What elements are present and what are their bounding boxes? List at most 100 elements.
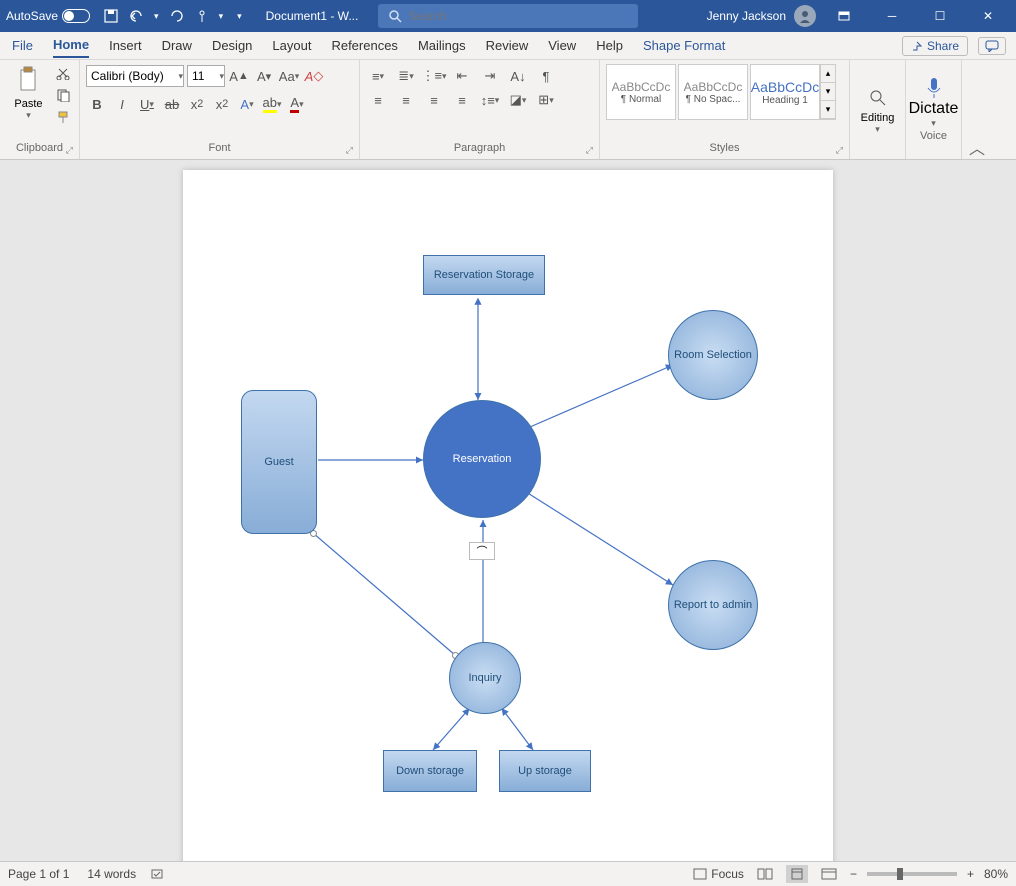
focus-button[interactable]: Focus xyxy=(693,867,744,881)
zoom-out-button[interactable]: − xyxy=(850,867,857,881)
italic-button[interactable]: I xyxy=(111,93,133,115)
shading-icon[interactable]: ◪▾ xyxy=(506,89,530,111)
spell-check-icon[interactable] xyxy=(150,867,166,881)
shape-label: Report to admin xyxy=(674,599,752,611)
copy-icon[interactable] xyxy=(53,86,73,104)
shape-up-storage[interactable]: Up storage xyxy=(499,750,591,792)
group-font: Calibri (Body)▾ 11▾ A▲ A▾ Aa▾ A◇ B I U▾ … xyxy=(80,60,360,159)
align-center-icon[interactable]: ≡ xyxy=(394,89,418,111)
style-nospacing[interactable]: AaBbCcDc¶ No Spac... xyxy=(678,64,748,120)
comments-button[interactable] xyxy=(978,37,1006,55)
superscript-button[interactable]: x2 xyxy=(211,93,233,115)
share-button[interactable]: Share xyxy=(902,36,968,56)
bullets-icon[interactable]: ≡▾ xyxy=(366,65,390,87)
tab-help[interactable]: Help xyxy=(596,34,623,57)
font-size-combo[interactable]: 11▾ xyxy=(187,65,225,87)
search-box[interactable] xyxy=(378,4,638,28)
shape-reservation-storage[interactable]: Reservation Storage xyxy=(423,255,545,295)
decrease-indent-icon[interactable]: ⇤ xyxy=(450,65,474,87)
tab-design[interactable]: Design xyxy=(212,34,252,57)
group-editing[interactable]: Editing ▾ xyxy=(850,60,906,159)
line-spacing-icon[interactable]: ↕≡▾ xyxy=(478,89,502,111)
strike-button[interactable]: ab xyxy=(161,93,183,115)
redo-icon[interactable] xyxy=(167,7,185,25)
format-painter-icon[interactable] xyxy=(53,108,73,126)
touch-dropdown-icon[interactable]: ▾ xyxy=(219,11,224,22)
save-icon[interactable] xyxy=(102,7,120,25)
clipboard-launcher-icon[interactable]: ⤢ xyxy=(66,143,73,157)
touch-mode-icon[interactable] xyxy=(193,7,211,25)
shape-room-selection[interactable]: Room Selection xyxy=(668,310,758,400)
qat-customize-icon[interactable]: ▾ xyxy=(237,11,242,22)
zoom-slider[interactable] xyxy=(867,872,957,876)
tab-view[interactable]: View xyxy=(548,34,576,57)
read-mode-icon[interactable] xyxy=(754,865,776,883)
change-case-icon[interactable]: Aa▾ xyxy=(278,65,300,87)
maximize-button[interactable]: ☐ xyxy=(920,0,960,32)
collapse-ribbon-icon[interactable]: ︿ xyxy=(962,60,992,159)
font-name-combo[interactable]: Calibri (Body)▾ xyxy=(86,65,184,87)
style-normal[interactable]: AaBbCcDc¶ Normal xyxy=(606,64,676,120)
increase-indent-icon[interactable]: ⇥ xyxy=(478,65,502,87)
group-paragraph: ≡▾ ≣▾ ⋮≡▾ ⇤ ⇥ A↓ ¶ ≡ ≡ ≡ ≡ ↕≡▾ ◪▾ ⊞▾ Par… xyxy=(360,60,600,159)
zoom-level[interactable]: 80% xyxy=(984,867,1008,881)
subscript-button[interactable]: x2 xyxy=(186,93,208,115)
close-button[interactable]: ✕ xyxy=(968,0,1008,32)
layout-options-icon[interactable]: ⌒ xyxy=(469,542,495,560)
paragraph-launcher-icon[interactable]: ⤢ xyxy=(586,143,593,157)
paste-button[interactable]: Paste xyxy=(14,98,42,110)
tab-references[interactable]: References xyxy=(331,34,397,57)
style-heading1[interactable]: AaBbCcDcHeading 1 xyxy=(750,64,820,120)
decrease-font-icon[interactable]: A▾ xyxy=(253,65,275,87)
bold-button[interactable]: B xyxy=(86,93,108,115)
zoom-in-button[interactable]: + xyxy=(967,867,974,881)
font-launcher-icon[interactable]: ⤢ xyxy=(346,143,353,157)
undo-dropdown-icon[interactable]: ▾ xyxy=(154,11,159,22)
print-layout-icon[interactable] xyxy=(786,865,808,883)
tab-insert[interactable]: Insert xyxy=(109,34,142,57)
undo-icon[interactable] xyxy=(128,7,146,25)
autosave-toggle[interactable] xyxy=(62,9,90,23)
ribbon-display-icon[interactable] xyxy=(824,0,864,32)
styles-launcher-icon[interactable]: ⤢ xyxy=(836,143,843,157)
avatar[interactable] xyxy=(794,5,816,27)
borders-icon[interactable]: ⊞▾ xyxy=(534,89,558,111)
tab-shape-format[interactable]: Shape Format xyxy=(643,34,725,57)
web-layout-icon[interactable] xyxy=(818,865,840,883)
dictate-button[interactable]: Dictate ▾ xyxy=(909,76,959,129)
tab-draw[interactable]: Draw xyxy=(162,34,192,57)
document-canvas[interactable]: ⌒ Reservation Storage Guest Reservation … xyxy=(0,160,1016,861)
clear-format-icon[interactable]: A◇ xyxy=(303,65,325,87)
numbering-icon[interactable]: ≣▾ xyxy=(394,65,418,87)
highlight-icon[interactable]: ab▾ xyxy=(261,93,283,115)
justify-icon[interactable]: ≡ xyxy=(450,89,474,111)
minimize-button[interactable]: ─ xyxy=(872,0,912,32)
shape-inquiry[interactable]: Inquiry xyxy=(449,642,521,714)
shape-guest[interactable]: Guest xyxy=(241,390,317,534)
align-right-icon[interactable]: ≡ xyxy=(422,89,446,111)
text-effects-icon[interactable]: A▾ xyxy=(236,93,258,115)
shape-report-admin[interactable]: Report to admin xyxy=(668,560,758,650)
tab-home[interactable]: Home xyxy=(53,33,89,58)
paste-icon[interactable] xyxy=(15,64,43,96)
increase-font-icon[interactable]: A▲ xyxy=(228,65,250,87)
font-label: Font xyxy=(208,142,230,154)
page-indicator[interactable]: Page 1 of 1 xyxy=(8,867,69,881)
sort-icon[interactable]: A↓ xyxy=(506,65,530,87)
word-count[interactable]: 14 words xyxy=(87,867,136,881)
shape-reservation[interactable]: Reservation xyxy=(423,400,541,518)
multilevel-icon[interactable]: ⋮≡▾ xyxy=(422,65,446,87)
align-left-icon[interactable]: ≡ xyxy=(366,89,390,111)
cut-icon[interactable] xyxy=(53,64,73,82)
paste-dropdown-icon[interactable]: ▾ xyxy=(26,110,31,121)
styles-gallery-scroll[interactable]: ▴▾▾ xyxy=(820,64,836,120)
tab-file[interactable]: File xyxy=(12,34,33,57)
tab-review[interactable]: Review xyxy=(486,34,529,57)
search-input[interactable] xyxy=(408,9,608,23)
show-marks-icon[interactable]: ¶ xyxy=(534,65,558,87)
font-color-icon[interactable]: A▾ xyxy=(286,93,308,115)
underline-button[interactable]: U▾ xyxy=(136,93,158,115)
shape-down-storage[interactable]: Down storage xyxy=(383,750,477,792)
tab-mailings[interactable]: Mailings xyxy=(418,34,466,57)
tab-layout[interactable]: Layout xyxy=(272,34,311,57)
